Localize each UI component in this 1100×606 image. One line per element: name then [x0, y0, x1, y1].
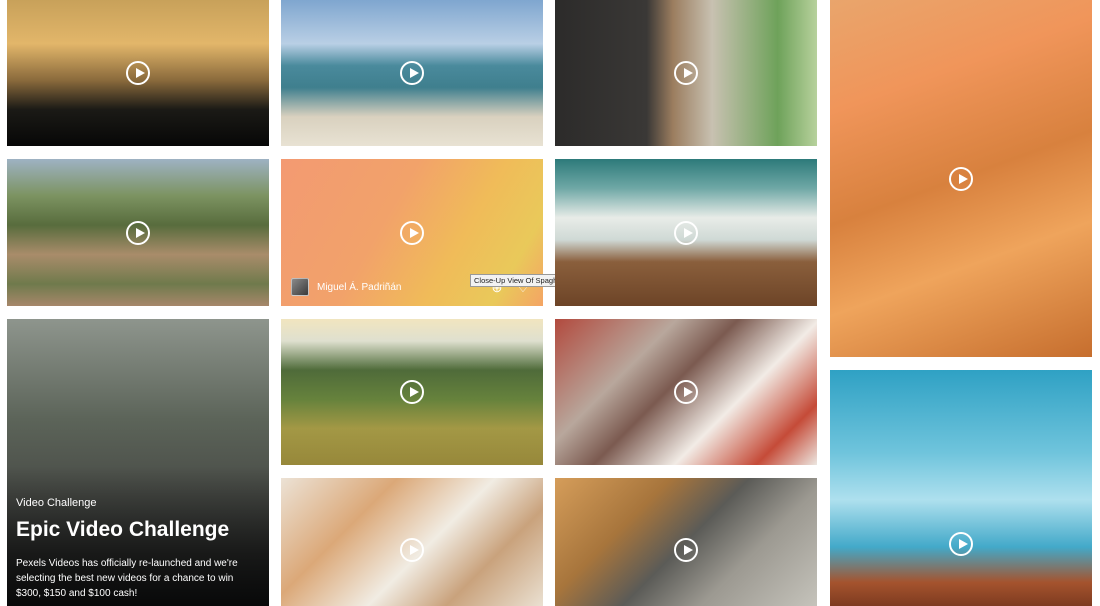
play-icon[interactable]: [400, 538, 424, 562]
video-tile-dog-window[interactable]: [555, 0, 817, 146]
promo-description: Pexels Videos has officially re-launched…: [16, 558, 238, 599]
promo-title[interactable]: Epic Video Challenge: [16, 518, 229, 542]
author-link[interactable]: Miguel Á. Padriñán: [291, 278, 402, 296]
video-tile-aerial-village[interactable]: [7, 159, 269, 306]
play-icon[interactable]: [674, 538, 698, 562]
video-tile-beach-waves[interactable]: [281, 0, 543, 146]
video-tile-coffee-flowers[interactable]: [830, 0, 1092, 357]
play-icon[interactable]: [126, 61, 150, 85]
video-tile-sunset-coast[interactable]: [7, 0, 269, 146]
play-icon[interactable]: [674, 61, 698, 85]
video-tile-ocean-shore-aerial[interactable]: [555, 159, 817, 306]
video-tile-sky-building[interactable]: [830, 370, 1092, 606]
play-icon[interactable]: [400, 220, 424, 245]
video-tile-rolling-pin-baking[interactable]: [555, 478, 817, 606]
play-icon[interactable]: [949, 532, 973, 556]
play-icon[interactable]: [674, 220, 698, 245]
play-icon[interactable]: [400, 380, 424, 404]
play-icon[interactable]: [949, 166, 973, 191]
author-name: Miguel Á. Padriñán: [317, 281, 402, 293]
video-tile-cows-field[interactable]: [281, 319, 543, 465]
play-icon[interactable]: [126, 220, 150, 245]
video-tile-plaid-shirt-phone[interactable]: [555, 319, 817, 465]
video-tile-latte-milk-pour[interactable]: [281, 478, 543, 606]
play-icon[interactable]: [400, 61, 424, 85]
author-avatar: [291, 278, 309, 296]
play-icon[interactable]: [674, 380, 698, 404]
thumbnail: [830, 370, 1092, 606]
promo-label: Video Challenge: [16, 497, 97, 509]
